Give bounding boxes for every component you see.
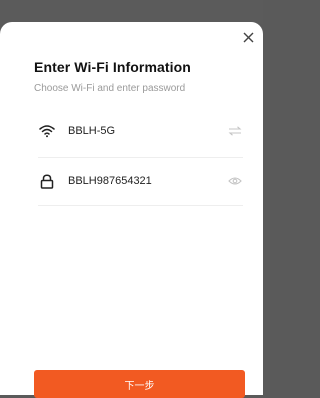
password-input[interactable]: BBLH987654321: [68, 175, 227, 187]
eye-icon[interactable]: [227, 173, 243, 189]
password-row[interactable]: BBLH987654321: [38, 161, 243, 201]
dialog-subtitle: Choose Wi-Fi and enter password: [34, 83, 186, 94]
divider: [38, 205, 243, 206]
status-bar-overlay: [0, 0, 263, 24]
wifi-ssid: BBLH-5G: [68, 125, 116, 137]
wifi-icon: [38, 122, 56, 140]
divider: [38, 157, 243, 158]
wifi-network-row[interactable]: BBLH-5G: [38, 111, 243, 151]
dialog-title: Enter Wi-Fi Information: [34, 59, 191, 75]
close-icon[interactable]: [241, 30, 255, 44]
lock-icon: [38, 172, 56, 190]
wifi-info-sheet: Enter Wi-Fi Information Choose Wi-Fi and…: [0, 22, 263, 398]
switch-network-icon[interactable]: [227, 123, 243, 139]
next-button[interactable]: 下一步: [34, 370, 245, 398]
